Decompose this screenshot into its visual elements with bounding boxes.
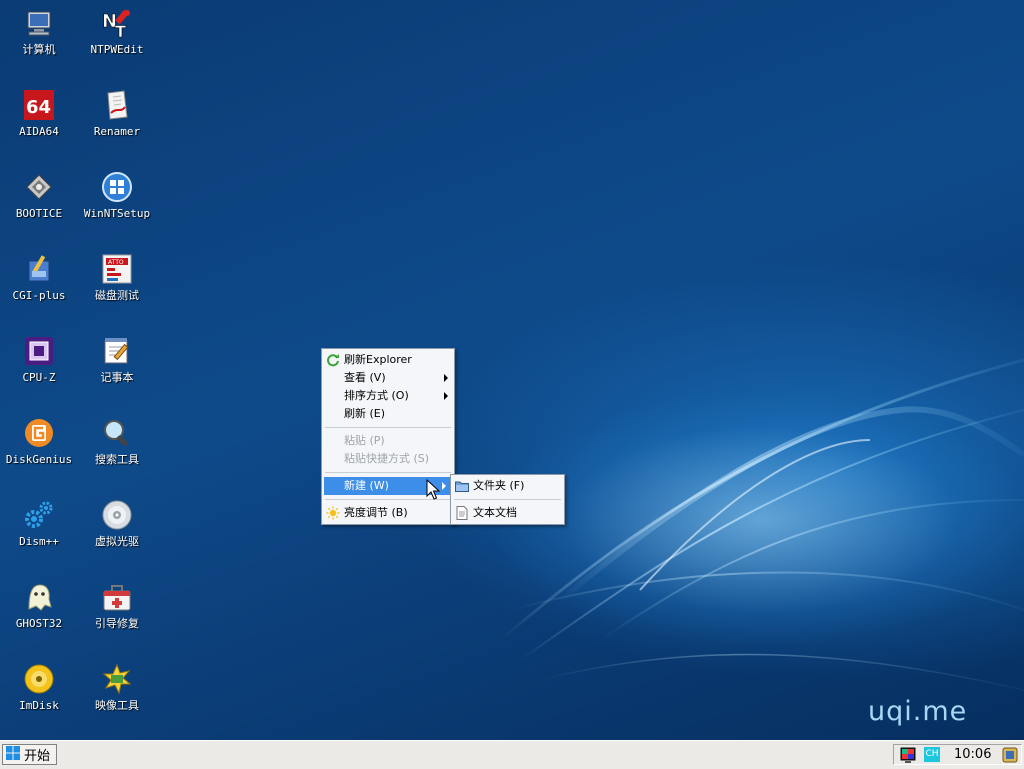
desktop-icon-label: 磁盘测试 (95, 289, 139, 302)
submenu-item-text-document[interactable]: 文本文档 (451, 504, 564, 522)
winntsetup-icon (101, 171, 133, 203)
virtual-drive-icon (101, 499, 133, 531)
desktop-icon-image-tool[interactable]: 映像工具 (78, 660, 156, 730)
search-tool-icon (101, 417, 133, 449)
system-tray: CH 10:06 (893, 744, 1022, 765)
renamer-icon (101, 89, 133, 121)
ghost32-icon (23, 581, 55, 613)
menu-item-refresh-explorer[interactable]: 刷新Explorer (322, 351, 454, 369)
menu-item-label: 粘贴快捷方式 (S) (344, 452, 430, 465)
desktop-icon-label: CPU-Z (22, 371, 56, 384)
aida64-icon: 64 (23, 89, 55, 121)
desktop-icon-notepad[interactable]: 记事本 (78, 332, 156, 402)
desktop-icon-label: CGI-plus (12, 289, 66, 302)
desktop-icon-label: WinNTSetup (83, 207, 151, 220)
desktop-icon-cpu-z[interactable]: CPU-Z (0, 332, 78, 402)
cpu-z-icon (23, 335, 55, 367)
desktop-icon-imdisk[interactable]: ImDisk (0, 660, 78, 730)
submenu-arrow-icon (444, 374, 448, 382)
menu-item-paste[interactable]: 粘贴 (P) (322, 432, 454, 450)
refresh-icon (326, 353, 340, 367)
menu-item-label: 粘贴 (P) (344, 434, 385, 447)
ntpwedit-icon: NT (101, 7, 133, 39)
dism-icon (23, 499, 55, 531)
menu-item-paste-shortcut[interactable]: 粘贴快捷方式 (S) (322, 450, 454, 468)
imdisk-icon (23, 663, 55, 695)
menu-separator (454, 499, 561, 500)
menu-item-refresh[interactable]: 刷新 (E) (322, 405, 454, 423)
submenu-arrow-icon (442, 482, 446, 490)
submenu-item-label: 文件夹 (F) (473, 479, 525, 492)
menu-item-label: 排序方式 (O) (344, 389, 409, 402)
text-document-icon (455, 506, 469, 520)
svg-text:64: 64 (26, 97, 51, 118)
bootice-icon (23, 171, 55, 203)
brand-watermark: uqi.me (868, 696, 968, 727)
submenu-new: 文件夹 (F) 文本文档 (450, 474, 565, 525)
ime-indicator[interactable]: CH (924, 747, 940, 762)
menu-item-label: 查看 (V) (344, 371, 386, 384)
desktop-icon-label: 搜索工具 (95, 453, 139, 466)
desktop-icon-label: NTPWEdit (90, 43, 144, 56)
desktop-icon-bootice[interactable]: BOOTICE (0, 168, 78, 238)
display-settings-icon[interactable] (900, 747, 916, 767)
disk-test-icon: ATTO (101, 253, 133, 285)
menu-item-label: 刷新Explorer (344, 353, 412, 366)
diskgenius-icon (23, 417, 55, 449)
svg-text:ATTO: ATTO (108, 259, 124, 266)
desktop-icon-label: 映像工具 (95, 699, 139, 712)
svg-text:T: T (115, 22, 126, 39)
desktop-icon-winntsetup[interactable]: WinNTSetup (78, 168, 156, 238)
desktop-icon-label: 记事本 (100, 371, 134, 384)
windows-logo-icon (6, 745, 20, 764)
submenu-item-label: 文本文档 (473, 506, 517, 519)
submenu-arrow-icon (444, 392, 448, 400)
tray-clock[interactable]: 10:06 (954, 747, 991, 762)
desktop-icon-search-tool[interactable]: 搜索工具 (78, 414, 156, 484)
desktop-icon-ghost32[interactable]: GHOST32 (0, 578, 78, 648)
taskbar: 开始 CH 10:06 (0, 740, 1024, 769)
cgi-plus-icon (23, 253, 55, 285)
menu-item-label: 新建 (W) (344, 479, 389, 492)
desktop-icon-computer[interactable]: 计算机 (0, 4, 78, 74)
start-label: 开始 (24, 749, 51, 764)
desktop[interactable]: uqi.me 计算机 NT NTPWEdit 64 AIDA64 Renamer… (0, 0, 1024, 740)
menu-separator (325, 427, 451, 428)
desktop-icon-label: BOOTICE (15, 207, 63, 220)
desktop-icon-label: Dism++ (19, 535, 59, 548)
submenu-item-folder[interactable]: 文件夹 (F) (451, 477, 564, 495)
desktop-icon-aida64[interactable]: 64 AIDA64 (0, 86, 78, 156)
menu-separator (325, 472, 451, 473)
notepad-icon (101, 335, 133, 367)
desktop-icon-label: Renamer (93, 125, 141, 138)
desktop-icon-disk-test[interactable]: ATTO 磁盘测试 (78, 250, 156, 320)
desktop-icon-ntpwedit[interactable]: NT NTPWEdit (78, 4, 156, 74)
desktop-icon-label: AIDA64 (19, 125, 59, 138)
start-button[interactable]: 开始 (2, 744, 57, 765)
desktop-icon-label: DiskGenius (5, 453, 73, 466)
menu-item-label: 刷新 (E) (344, 407, 386, 420)
brightness-icon (326, 506, 340, 520)
menu-item-label: 亮度调节 (B) (344, 506, 408, 519)
show-desktop-icon[interactable] (1002, 747, 1018, 767)
menu-item-sort-by[interactable]: 排序方式 (O) (322, 387, 454, 405)
desktop-icon-label: 引导修复 (95, 617, 139, 630)
desktop-icon-label: GHOST32 (15, 617, 63, 630)
menu-item-view[interactable]: 查看 (V) (322, 369, 454, 387)
desktop-icon-renamer[interactable]: Renamer (78, 86, 156, 156)
desktop-icon-dism[interactable]: Dism++ (0, 496, 78, 566)
image-tool-icon (101, 663, 133, 695)
desktop-icon-label: 计算机 (22, 43, 56, 56)
mouse-cursor-icon (426, 479, 440, 500)
menu-item-brightness[interactable]: 亮度调节 (B) (322, 504, 454, 522)
computer-icon (23, 7, 55, 39)
desktop-icon-diskgenius[interactable]: DiskGenius (0, 414, 78, 484)
desktop-icon-cgi-plus[interactable]: CGI-plus (0, 250, 78, 320)
boot-repair-icon (101, 581, 133, 613)
desktop-icon-label: 虚拟光驱 (95, 535, 139, 548)
desktop-icon-boot-repair[interactable]: 引导修复 (78, 578, 156, 648)
folder-icon (455, 479, 469, 493)
desktop-icon-virtual-drive[interactable]: 虚拟光驱 (78, 496, 156, 566)
desktop-icon-label: ImDisk (19, 699, 59, 712)
